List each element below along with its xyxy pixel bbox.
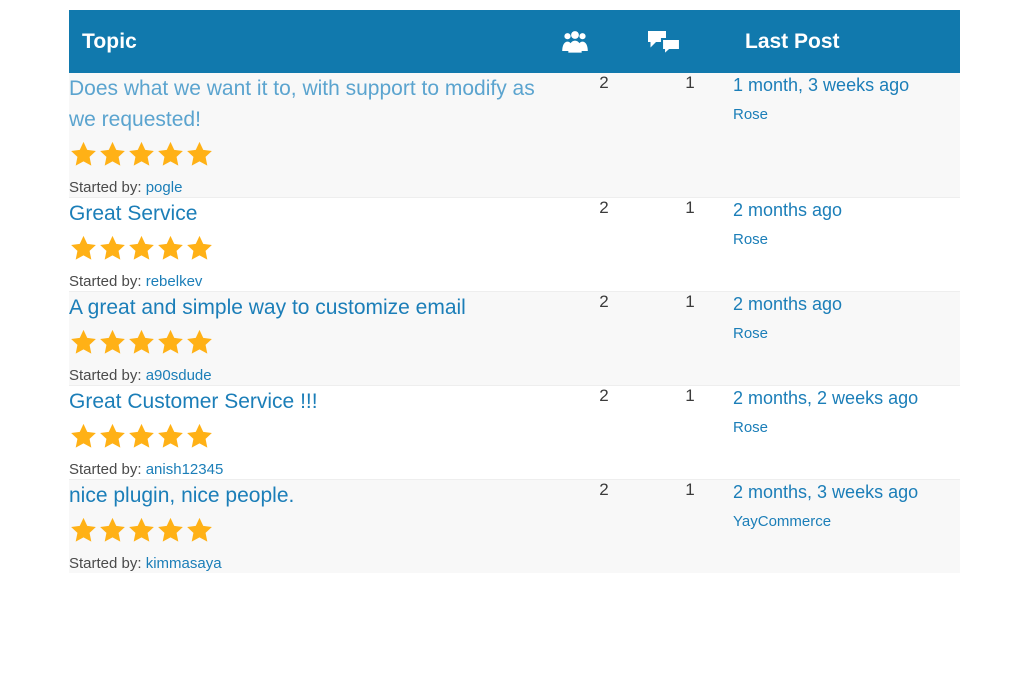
topic-title-link[interactable]: Does what we want it to, with support to…: [69, 73, 561, 135]
topic-cell: Great Service Started by: rebelkev: [69, 197, 561, 292]
started-by-author-link[interactable]: rebelkev: [146, 273, 203, 290]
replies-count: 1: [685, 480, 695, 499]
topic-cell: A great and simple way to customize emai…: [69, 291, 561, 386]
star-icon: [127, 413, 156, 448]
voices-count: 2: [599, 480, 609, 499]
started-by-author-link[interactable]: a90sdude: [146, 367, 212, 384]
topic-cell: Great Customer Service !!! Started by: an…: [69, 385, 561, 480]
star-icon: [69, 225, 98, 260]
star-rating: [69, 516, 561, 544]
started-by-label: Started by:: [69, 179, 142, 196]
star-icon: [127, 319, 156, 354]
star-icon: [69, 413, 98, 448]
star-rating: [69, 422, 561, 450]
started-by: Started by: pogle: [69, 178, 561, 197]
table-row: nice plugin, nice people. Started by: kim…: [69, 479, 960, 574]
star-icon: [98, 413, 127, 448]
replies-count: 1: [647, 73, 733, 198]
table-row: Does what we want it to, with support to…: [69, 73, 960, 198]
star-icon: [185, 507, 214, 542]
star-icon: [185, 131, 214, 166]
column-header-last-post[interactable]: Last Post: [733, 10, 960, 73]
replies-count: 1: [647, 197, 733, 292]
last-post-cell: 2 months, 2 weeks ago Rose: [733, 385, 960, 480]
star-icon: [98, 319, 127, 354]
column-header-topic[interactable]: Topic: [69, 10, 561, 73]
last-post-cell: 2 months ago Rose: [733, 291, 960, 386]
star-icon: [185, 225, 214, 260]
last-post-author-link[interactable]: YayCommerce: [733, 512, 960, 532]
star-icon: [69, 507, 98, 542]
started-by-author-link[interactable]: kimmasaya: [146, 555, 222, 572]
last-post-time-link[interactable]: 1 month, 3 weeks ago: [733, 73, 960, 97]
started-by-label: Started by:: [69, 273, 142, 290]
star-icon: [185, 319, 214, 354]
column-header-voices[interactable]: [561, 10, 647, 73]
replies-count: 1: [647, 291, 733, 386]
last-post-author-link[interactable]: Rose: [733, 418, 960, 438]
started-by: Started by: anish12345: [69, 460, 561, 479]
star-icon: [98, 225, 127, 260]
topic-cell: Does what we want it to, with support to…: [69, 73, 561, 198]
table-row: A great and simple way to customize emai…: [69, 291, 960, 386]
started-by-author-link[interactable]: pogle: [146, 179, 183, 196]
started-by-label: Started by:: [69, 367, 142, 384]
star-icon: [127, 225, 156, 260]
column-header-replies[interactable]: [647, 10, 733, 73]
last-post-cell: 2 months, 3 weeks ago YayCommerce: [733, 480, 960, 574]
star-icon: [98, 131, 127, 166]
star-icon: [156, 507, 185, 542]
started-by-author-link[interactable]: anish12345: [146, 461, 224, 478]
star-icon: [127, 131, 156, 166]
star-icon: [156, 225, 185, 260]
voices-count: 2: [561, 385, 647, 480]
star-icon: [185, 413, 214, 448]
started-by-label: Started by:: [69, 555, 142, 572]
last-post-author-link[interactable]: Rose: [733, 324, 960, 344]
star-icon: [127, 507, 156, 542]
last-post-cell: 1 month, 3 weeks ago Rose: [733, 73, 960, 198]
voices-count: 2: [561, 197, 647, 292]
last-post-time-link[interactable]: 2 months, 3 weeks ago: [733, 480, 960, 504]
table-header-row: Topic Last Post: [69, 10, 960, 73]
last-post-author-link[interactable]: Rose: [733, 105, 960, 125]
last-post-cell: 2 months ago Rose: [733, 197, 960, 292]
star-icon: [69, 131, 98, 166]
group-of-people-icon: [561, 30, 647, 53]
speech-bubbles-icon: [647, 30, 733, 54]
last-post-author-link[interactable]: Rose: [733, 230, 960, 250]
voices-count: 2: [561, 291, 647, 386]
table-row: Great Service Started by: rebelkev 2 1 2 mon…: [69, 197, 960, 292]
star-rating: [69, 328, 561, 356]
started-by-label: Started by:: [69, 461, 142, 478]
table-header: Topic Last Post: [69, 10, 960, 73]
last-post-time-link[interactable]: 2 months ago: [733, 198, 960, 222]
last-post-time-link[interactable]: 2 months ago: [733, 292, 960, 316]
forum-topic-list-page: Topic Last Post Does what we want it to,…: [0, 0, 1024, 695]
table-row: Great Customer Service !!! Started by: an…: [69, 385, 960, 480]
star-icon: [156, 413, 185, 448]
star-rating: [69, 234, 561, 262]
last-post-time-link[interactable]: 2 months, 2 weeks ago: [733, 386, 960, 410]
replies-count: 1: [647, 385, 733, 480]
topic-cell: nice plugin, nice people. Started by: kim…: [69, 480, 561, 574]
star-rating: [69, 140, 561, 168]
started-by: Started by: kimmasaya: [69, 554, 561, 573]
star-icon: [156, 131, 185, 166]
forum-topics-table: Topic Last Post Does what we want it to,…: [69, 10, 960, 573]
star-icon: [156, 319, 185, 354]
star-icon: [69, 319, 98, 354]
table-body: Does what we want it to, with support to…: [69, 73, 960, 573]
started-by: Started by: rebelkev: [69, 272, 561, 291]
voices-count: 2: [561, 73, 647, 198]
star-icon: [98, 507, 127, 542]
started-by: Started by: a90sdude: [69, 366, 561, 385]
